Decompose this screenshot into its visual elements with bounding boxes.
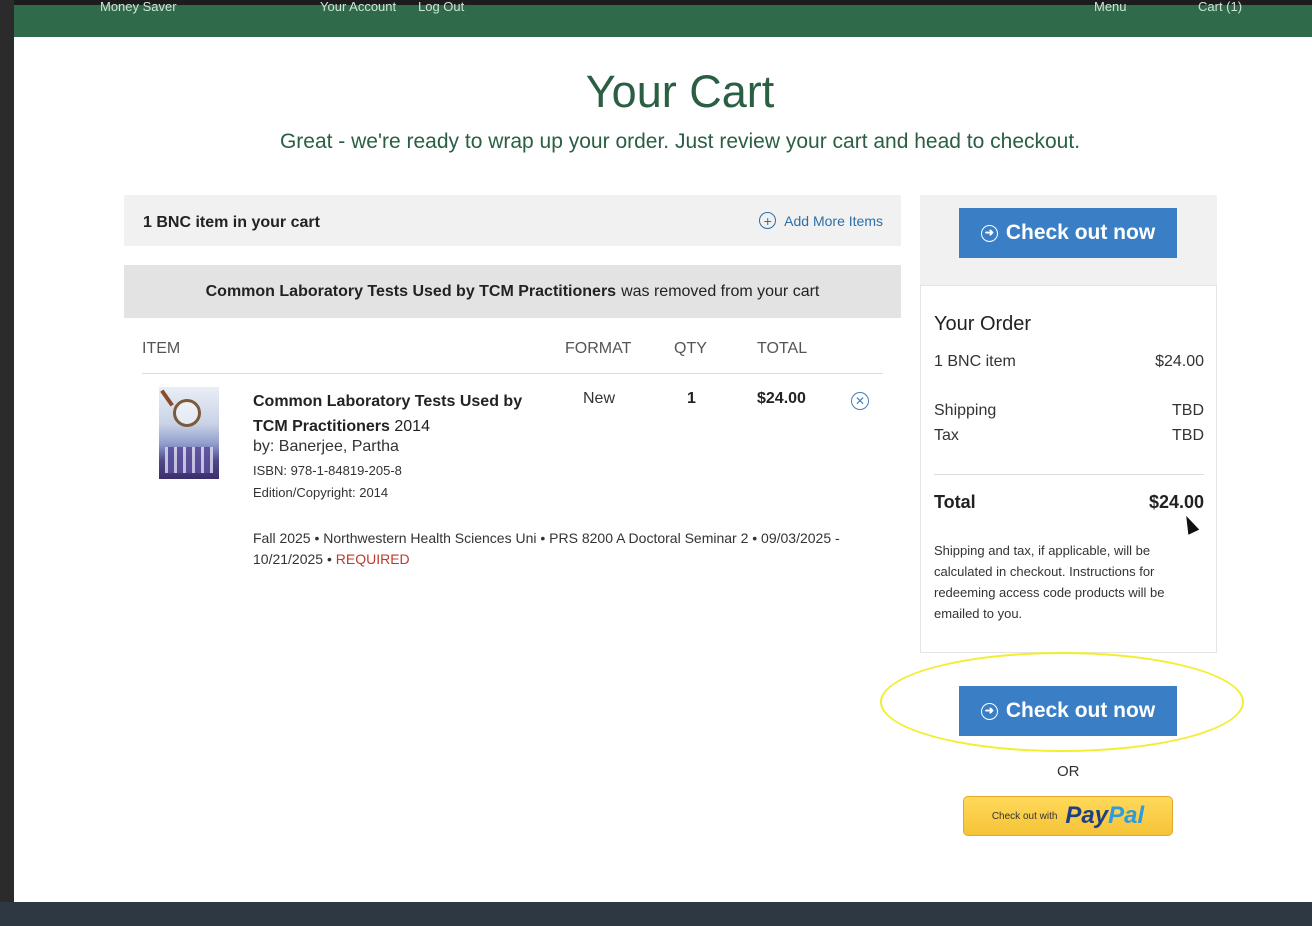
table-divider (142, 373, 883, 374)
cover-graphic (165, 447, 213, 473)
summary-items-label: 1 BNC item (934, 353, 1016, 370)
item-edition: Edition/Copyright: 2014 (253, 485, 389, 500)
item-isbn: ISBN: 978-1-84819-205-8 (253, 463, 402, 478)
column-header-format: FORMAT (565, 340, 632, 357)
summary-tax-label: Tax (934, 427, 959, 444)
column-header-qty: QTY (674, 340, 707, 357)
item-title-name: Common Laboratory Tests Used by TCM Prac… (253, 393, 523, 435)
course-info: Fall 2025 • Northwestern Health Sciences… (253, 528, 893, 570)
or-separator: OR (1057, 763, 1080, 780)
cart-header: 1 BNC item in your cart + Add More Items (124, 195, 901, 246)
plus-circle-icon: + (759, 212, 777, 229)
removed-item-title: Common Laboratory Tests Used by TCM Prac… (205, 282, 617, 300)
summary-items-row: 1 BNC item $24.00 (934, 353, 1204, 371)
summary-total-row: Total $24.00 (934, 492, 1204, 513)
remove-item-icon[interactable]: ✕ (851, 392, 869, 410)
checkout-label-top: Check out now (1005, 221, 1156, 244)
summary-shipping-value: TBD (1172, 402, 1204, 419)
page-subtitle: Great - we're ready to wrap up your orde… (279, 130, 1081, 153)
column-header-item: ITEM (142, 340, 181, 357)
checkout-button-bottom[interactable]: ➜ Check out now (959, 686, 1177, 736)
summary-shipping-row: Shipping TBD (934, 402, 1204, 420)
nav-link-menu[interactable]: Menu (1094, 0, 1127, 14)
arrow-right-circle-icon: ➜ (980, 224, 998, 242)
arrow-right-circle-icon: ➜ (980, 702, 998, 720)
order-summary: Your Order 1 BNC item $24.00 Shipping TB… (920, 285, 1217, 653)
removed-item-suffix: was removed from your cart (621, 282, 820, 300)
item-title[interactable]: Common Laboratory Tests Used by TCM Prac… (253, 389, 553, 439)
summary-note: Shipping and tax, if applicable, will be… (934, 543, 1165, 621)
item-quantity: 1 (687, 390, 696, 407)
nav-link-log-out[interactable]: Log Out (418, 0, 464, 14)
summary-tax-row: Tax TBD (934, 427, 1204, 445)
item-total: $24.00 (757, 390, 806, 407)
paypal-prefix: Check out with (991, 810, 1058, 822)
item-title-year: 2014 (394, 418, 430, 435)
order-summary-top: ➜ Check out now (920, 195, 1217, 285)
item-author: by: Banerjee, Partha (253, 438, 399, 455)
summary-total-value: $24.00 (1148, 492, 1204, 512)
magnifier-icon (173, 399, 201, 427)
add-more-items-label: Add More Items (784, 212, 883, 229)
checkout-button-top[interactable]: ➜ Check out now (959, 208, 1177, 258)
nav-link-your-account[interactable]: Your Account (320, 0, 396, 14)
removed-item-notice: Common Laboratory Tests Used by TCM Prac… (124, 265, 901, 318)
required-badge: REQUIRED (335, 551, 410, 567)
summary-total-label: Total (934, 492, 976, 512)
summary-items-value: $24.00 (1155, 353, 1204, 370)
book-cover-image[interactable] (159, 387, 219, 479)
order-summary-title: Your Order (934, 313, 1032, 335)
column-header-total: TOTAL (757, 340, 808, 357)
page-title: Your Cart (585, 66, 775, 117)
magnifier-handle (160, 389, 174, 407)
paypal-checkout-button[interactable]: Check out with PayPal (963, 796, 1173, 836)
summary-shipping-label: Shipping (934, 402, 997, 419)
summary-tax-value: TBD (1172, 427, 1204, 444)
summary-divider (934, 474, 1204, 475)
footer-bar (0, 902, 1312, 926)
nav-link-money-saver[interactable]: Money Saver (100, 0, 177, 14)
add-more-items-link[interactable]: + Add More Items (759, 212, 883, 229)
checkout-label-bottom: Check out now (1005, 699, 1156, 722)
nav-link-cart[interactable]: Cart (1) (1198, 0, 1242, 14)
top-navigation-bar: Money Saver Your Account Log Out Menu Ca… (14, 0, 1312, 37)
cart-item-count: 1 BNC item in your cart (143, 214, 320, 231)
paypal-logo: PayPal (1065, 802, 1145, 829)
item-format: New (583, 390, 616, 407)
